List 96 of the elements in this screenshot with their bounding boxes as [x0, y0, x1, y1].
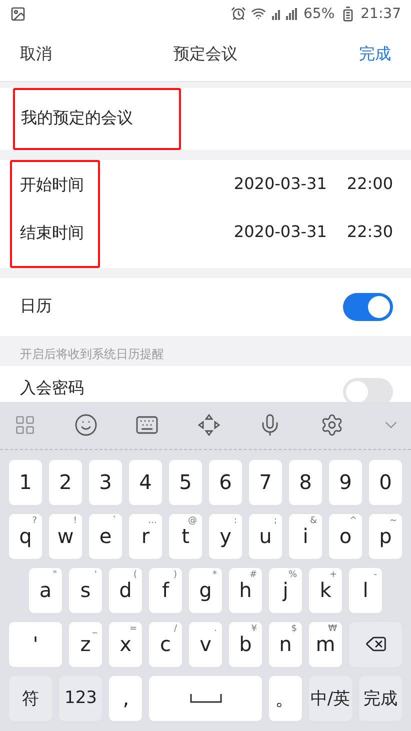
- toggle-switch[interactable]: [343, 378, 393, 402]
- input-field[interactable]: 我的预定的会议: [13, 88, 181, 150]
- keyboard-key[interactable]: ,: [109, 676, 142, 721]
- keyboard-key[interactable]: ': [9, 622, 62, 667]
- space-bar-icon: [190, 693, 222, 704]
- key-hint: -: [374, 570, 377, 580]
- date-value[interactable]: 2020-03-31: [234, 174, 327, 194]
- cancel-button[interactable]: 取消: [20, 44, 52, 65]
- key-hint: ): [173, 570, 177, 580]
- keyboard-key[interactable]: * g: [189, 568, 222, 613]
- keyboard-key[interactable]: ? q: [9, 514, 42, 559]
- key-hint: ^: [349, 516, 357, 526]
- keyboard-key[interactable]: 中/英: [308, 676, 352, 721]
- keyboard-key[interactable]: / c: [149, 622, 182, 667]
- key-hint: %: [288, 570, 297, 580]
- key-hint: ¥: [251, 624, 257, 634]
- keyboard-key[interactable]: 完成: [358, 676, 402, 721]
- date-value[interactable]: 2020-03-31: [234, 222, 327, 242]
- gallery-icon: [10, 6, 26, 22]
- keyboard-key[interactable]: _ z: [69, 622, 102, 667]
- key-hint: #: [249, 570, 257, 580]
- keyboard-key[interactable]: 1: [9, 460, 42, 505]
- time-label: 开始时间: [20, 175, 84, 196]
- keyboard-key[interactable]: = x: [109, 622, 142, 667]
- alarm-icon: [230, 6, 246, 22]
- cursor-arrows-icon[interactable]: [196, 413, 220, 438]
- key-hint: (: [133, 570, 137, 580]
- signal-icon: [270, 6, 299, 21]
- settings-icon[interactable]: [320, 413, 344, 438]
- grid-icon[interactable]: [14, 414, 36, 436]
- key-hint: `: [112, 516, 117, 526]
- keyboard-key[interactable]: ^ o: [329, 514, 362, 559]
- key-hint: :: [234, 516, 237, 526]
- time-value[interactable]: 22:30: [346, 222, 393, 242]
- toggle-switch[interactable]: [343, 292, 393, 321]
- keyboard-key[interactable]: 2: [49, 460, 82, 505]
- battery-percent: 65%: [304, 6, 335, 22]
- key-hint: /: [174, 624, 177, 634]
- key-hint: ~: [389, 516, 397, 526]
- keyboard-key[interactable]: : y: [209, 514, 242, 559]
- key-hint: ?: [32, 516, 37, 526]
- page-title: 预定会议: [174, 44, 238, 65]
- keyboard-key[interactable]: ! w: [49, 514, 82, 559]
- key-hint: _: [92, 624, 97, 634]
- keyboard-key[interactable]: ~ p: [369, 514, 402, 559]
- keyboard-key[interactable]: ' s: [69, 568, 102, 613]
- keyboard-key[interactable]: ( d: [109, 568, 142, 613]
- key-hint: $: [291, 624, 297, 634]
- time-label: 结束时间: [20, 223, 84, 244]
- key-hint: ": [52, 570, 57, 580]
- backspace-key[interactable]: [349, 622, 402, 667]
- keyboard-key[interactable]: 0: [369, 460, 402, 505]
- keyboard-key[interactable]: … r: [129, 514, 162, 559]
- keyboard-key[interactable]: ; u: [249, 514, 282, 559]
- key-hint: !: [73, 516, 77, 526]
- setting-hint: 开启后将收到系统日历提醒: [19, 346, 165, 364]
- keyboard-key[interactable]: 符: [9, 676, 52, 721]
- key-hint: ₩: [328, 624, 337, 634]
- keyboard-key[interactable]: 。: [268, 676, 302, 721]
- keyboard-key[interactable]: " a: [29, 568, 62, 613]
- keyboard-key[interactable]: & i: [289, 514, 322, 559]
- time-value[interactable]: 22:00: [346, 174, 393, 194]
- keyboard-key[interactable]: 9: [329, 460, 362, 505]
- key-hint: @: [188, 516, 197, 526]
- key-hint: …: [148, 516, 157, 526]
- keyboard-key[interactable]: . v: [189, 622, 222, 667]
- keyboard-key[interactable]: $ n: [269, 622, 302, 667]
- wifi-icon: [250, 6, 266, 22]
- keyboard-key[interactable]: 7: [249, 460, 282, 505]
- keyboard-key[interactable]: + k: [309, 568, 342, 613]
- key-hint: +: [329, 570, 337, 580]
- keyboard-key[interactable]: 3: [89, 460, 122, 505]
- setting-label: 日历: [20, 296, 52, 318]
- key-hint: &: [310, 516, 317, 526]
- emoji-icon[interactable]: [74, 413, 98, 438]
- key-hint: =: [129, 624, 137, 634]
- keyboard-key[interactable]: - l: [349, 568, 382, 613]
- clock-time: 21:37: [360, 6, 401, 22]
- key-hint: *: [212, 570, 217, 580]
- done-button[interactable]: 完成: [359, 44, 391, 65]
- keyboard-key[interactable]: 5: [169, 460, 202, 505]
- keyboard-key[interactable]: % j: [269, 568, 302, 613]
- keyboard-key[interactable]: ) f: [149, 568, 182, 613]
- keyboard-key[interactable]: @ t: [169, 514, 202, 559]
- keyboard-key[interactable]: ₩ m: [309, 622, 342, 667]
- keyboard-key[interactable]: ` e: [89, 514, 122, 559]
- key-hint: ;: [274, 516, 277, 526]
- setting-label: 入会密码: [20, 378, 84, 399]
- keyboard-key[interactable]: 8: [289, 460, 322, 505]
- keyboard-key[interactable]: 6: [209, 460, 242, 505]
- keyboard-key[interactable]: 4: [129, 460, 162, 505]
- keyboard-key[interactable]: 123: [59, 676, 102, 721]
- keyboard-key[interactable]: ¥ b: [229, 622, 262, 667]
- key-hint: .: [214, 624, 217, 634]
- keyboard-key[interactable]: # h: [229, 568, 262, 613]
- key-hint: ': [94, 570, 97, 580]
